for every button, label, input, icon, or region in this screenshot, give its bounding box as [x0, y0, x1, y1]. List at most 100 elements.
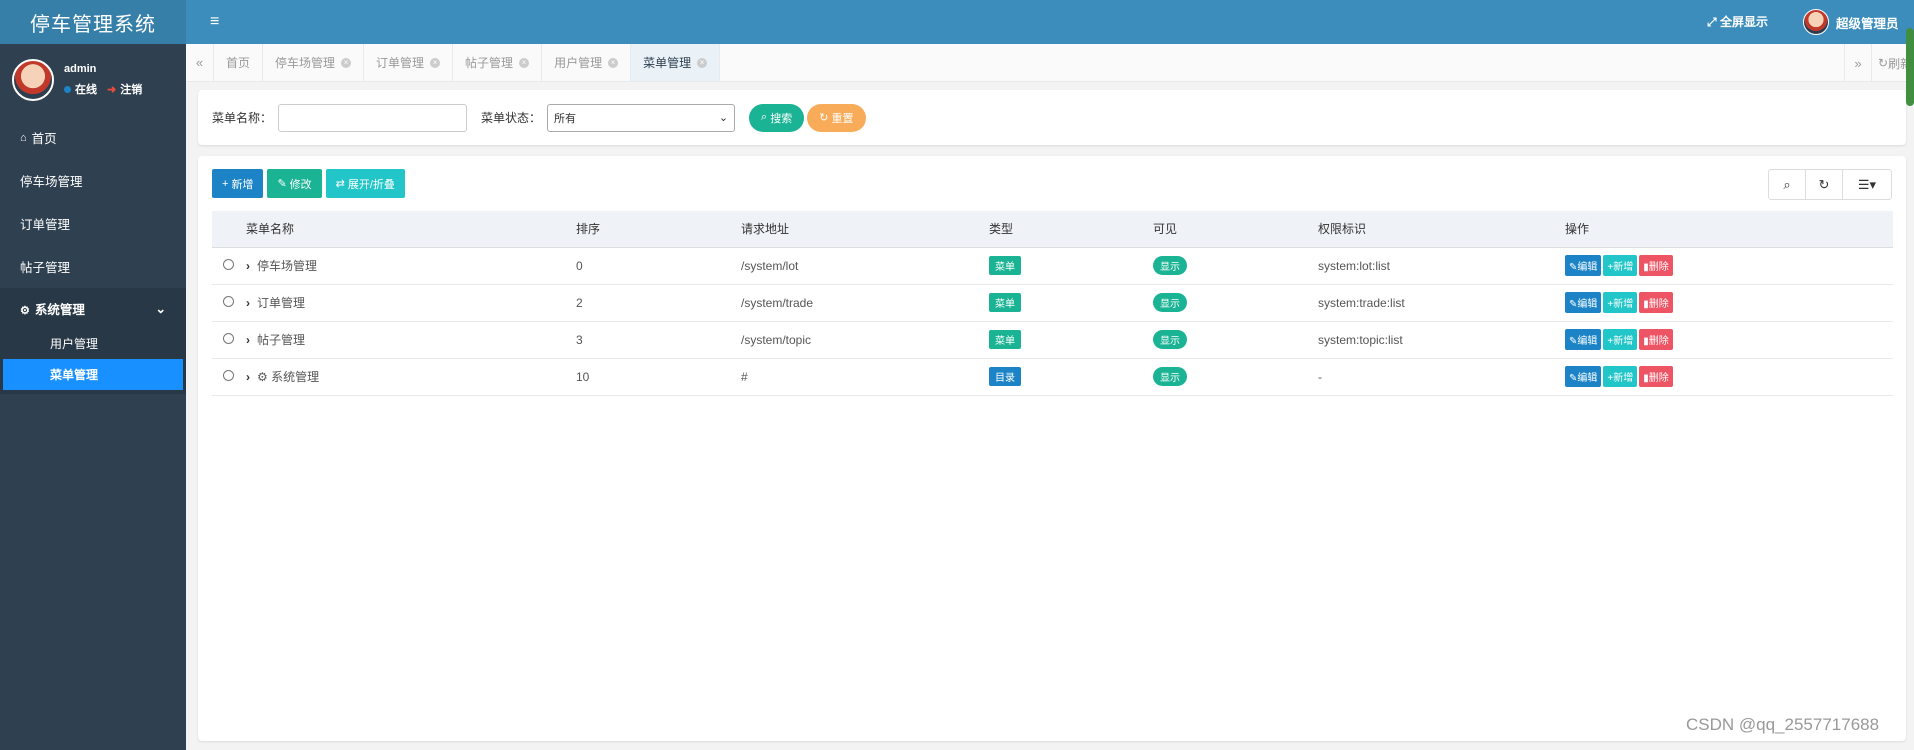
app-title: 停车管理系统 [0, 0, 186, 44]
column-header: 菜单名称 [246, 211, 576, 248]
reset-button-label: 重置 [831, 112, 854, 125]
online-status: 在线 [64, 81, 97, 97]
row-delete-button[interactable]: ▮删除 [1639, 329, 1673, 350]
tab-label: 订单管理 [376, 56, 425, 70]
tab-posts[interactable]: 帖子管理 × [453, 44, 543, 81]
close-icon[interactable]: × [697, 57, 708, 68]
table-row[interactable]: › ⚙ 系统管理 10 # 目录 显示 - ✎编辑 +新增 ▮删除 [212, 358, 1893, 396]
reset-button[interactable]: ↻ 重置 [807, 103, 866, 132]
refresh-button[interactable]: ↻ [1806, 170, 1843, 199]
menu-order: 3 [576, 321, 741, 359]
menu-name: 停车场管理 [257, 259, 318, 273]
row-edit-label: 编辑 [1577, 262, 1598, 273]
logout-icon: ➜ [107, 84, 117, 96]
row-add-button[interactable]: +新增 [1603, 292, 1638, 313]
user-name: admin [64, 63, 97, 75]
row-delete-label: 删除 [1648, 262, 1669, 273]
edit-button[interactable]: ✎ 修改 [267, 169, 322, 198]
close-icon[interactable]: × [519, 57, 530, 68]
select-column-header [212, 211, 246, 248]
row-radio[interactable] [223, 332, 234, 344]
menu-order: 10 [576, 358, 741, 396]
table-header-row: 菜单名称 排序 请求地址 类型 可见 权限标识 操作 [212, 211, 1893, 248]
menu-name-input[interactable] [278, 103, 468, 132]
column-header: 排序 [576, 211, 741, 248]
table-row[interactable]: › 帖子管理 3 /system/topic 菜单 显示 system:topic… [212, 321, 1893, 359]
row-edit-button[interactable]: ✎编辑 [1565, 329, 1602, 350]
close-icon[interactable]: × [430, 57, 441, 68]
row-add-button[interactable]: +新增 [1603, 255, 1638, 276]
sidebar-item-home[interactable]: ⌂ 首页 [0, 116, 186, 159]
user-menu-label: 超级管理员 [1836, 16, 1899, 31]
row-delete-button[interactable]: ▮删除 [1639, 255, 1673, 276]
table-row[interactable]: › 订单管理 2 /system/trade 菜单 显示 system:trade… [212, 284, 1893, 322]
search-button[interactable]: ⌕ 搜索 [749, 103, 805, 132]
logout-link[interactable]: ➜ 注销 [107, 81, 142, 97]
sidebar-item-posts[interactable]: 帖子管理 [0, 245, 186, 288]
chevron-right-icon[interactable]: › [246, 259, 250, 273]
row-add-button[interactable]: +新增 [1603, 329, 1638, 350]
tab-scroll-right-icon[interactable]: » [1844, 44, 1872, 82]
add-button-label: 新增 [231, 178, 254, 191]
row-delete-button[interactable]: ▮删除 [1639, 366, 1673, 387]
sidebar-item-label: 首页 [31, 132, 57, 146]
sidebar-item-users[interactable]: 用户管理 [0, 328, 186, 359]
tab-menus[interactable]: 菜单管理 × [631, 44, 721, 81]
tab-bar: « 首页 停车场管理 × 订单管理 × 帖子管理 × 用户管理 × 菜单管理 × » ↻ 刷… [186, 44, 1914, 82]
row-edit-button[interactable]: ✎编辑 [1565, 366, 1602, 387]
row-add-label: 新增 [1613, 373, 1634, 384]
row-edit-button[interactable]: ✎编辑 [1565, 292, 1602, 313]
tab-label: 停车场管理 [275, 56, 336, 70]
row-radio[interactable] [223, 258, 234, 270]
fullscreen-button[interactable]: ⤢ 全屏显示 [1707, 13, 1768, 30]
tab-parking-lot[interactable]: 停车场管理 × [263, 44, 365, 81]
row-delete-button[interactable]: ▮删除 [1639, 292, 1673, 313]
visible-badge: 显示 [1153, 256, 1187, 275]
scrollbar[interactable] [1906, 28, 1914, 106]
user-menu[interactable]: 超级管理员 [1803, 9, 1899, 35]
close-icon[interactable]: × [341, 57, 352, 68]
column-header: 操作 [1565, 211, 1893, 248]
chevron-right-icon[interactable]: › [246, 370, 250, 384]
sidebar-item-system[interactable]: ⚙ 系统管理 ⌄ [0, 288, 186, 328]
row-add-label: 新增 [1613, 299, 1634, 310]
row-radio[interactable] [223, 295, 234, 307]
close-icon[interactable]: × [608, 57, 619, 68]
row-edit-label: 编辑 [1577, 373, 1598, 384]
row-radio[interactable] [223, 369, 234, 381]
row-add-button[interactable]: +新增 [1603, 366, 1638, 387]
row-edit-button[interactable]: ✎编辑 [1565, 255, 1602, 276]
edit-button-label: 修改 [289, 178, 312, 191]
search-toggle-button[interactable]: ⌕ [1769, 170, 1806, 199]
fullscreen-label: 全屏显示 [1719, 15, 1768, 29]
row-add-label: 新增 [1613, 262, 1634, 273]
tab-scroll-left-icon[interactable]: « [186, 44, 214, 81]
menu-order: 2 [576, 284, 741, 322]
chevron-right-icon[interactable]: › [246, 333, 250, 347]
online-icon [64, 86, 71, 93]
chevron-right-icon[interactable]: › [246, 296, 250, 310]
add-button[interactable]: + 新增 [212, 169, 264, 198]
expand-collapse-button[interactable]: ⇄ 展开/折叠 [325, 169, 405, 198]
menu-status-select[interactable]: 所有 ⌄ [547, 103, 736, 132]
type-badge: 菜单 [989, 330, 1021, 349]
topbar: ≡ ⤢ 全屏显示 超级管理员 [186, 0, 1914, 44]
sidebar-item-menus[interactable]: 菜单管理 [3, 359, 183, 390]
column-header: 可见 [1153, 211, 1318, 248]
tab-orders[interactable]: 订单管理 × [364, 44, 454, 81]
chevron-down-icon: ⌄ [718, 112, 729, 124]
table-row[interactable]: › 停车场管理 0 /system/lot 菜单 显示 system:lot:li… [212, 247, 1893, 285]
sidebar-item-orders[interactable]: 订单管理 [0, 202, 186, 245]
tab-users[interactable]: 用户管理 × [542, 44, 632, 81]
tab-home[interactable]: 首页 [214, 44, 264, 81]
logout-label: 注销 [120, 84, 143, 96]
sidebar-item-parking-lot[interactable]: 停车场管理 [0, 159, 186, 202]
visible-badge: 显示 [1153, 367, 1187, 386]
columns-button[interactable]: ☰▾ [1843, 170, 1891, 199]
sidebar-item-label: 用户管理 [50, 337, 99, 351]
refresh-icon: ↻ [1818, 176, 1830, 192]
expand-icon: ⤢ [1707, 15, 1717, 29]
table-tools: ⌕ ↻ ☰▾ [1768, 169, 1892, 200]
plus-icon: + [222, 177, 229, 190]
menu-toggle-icon[interactable]: ≡ [210, 13, 219, 31]
